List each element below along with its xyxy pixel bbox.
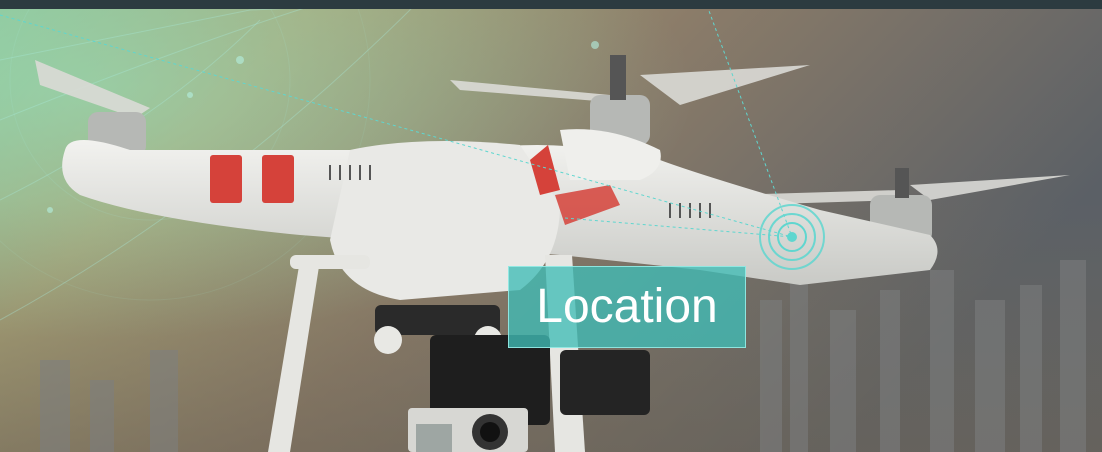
top-bar	[0, 0, 1102, 9]
drone-location-scene: Location	[0, 0, 1102, 452]
drone-photo	[0, 0, 1102, 452]
location-pulse-icon	[759, 204, 825, 270]
location-label: Location	[508, 266, 746, 348]
